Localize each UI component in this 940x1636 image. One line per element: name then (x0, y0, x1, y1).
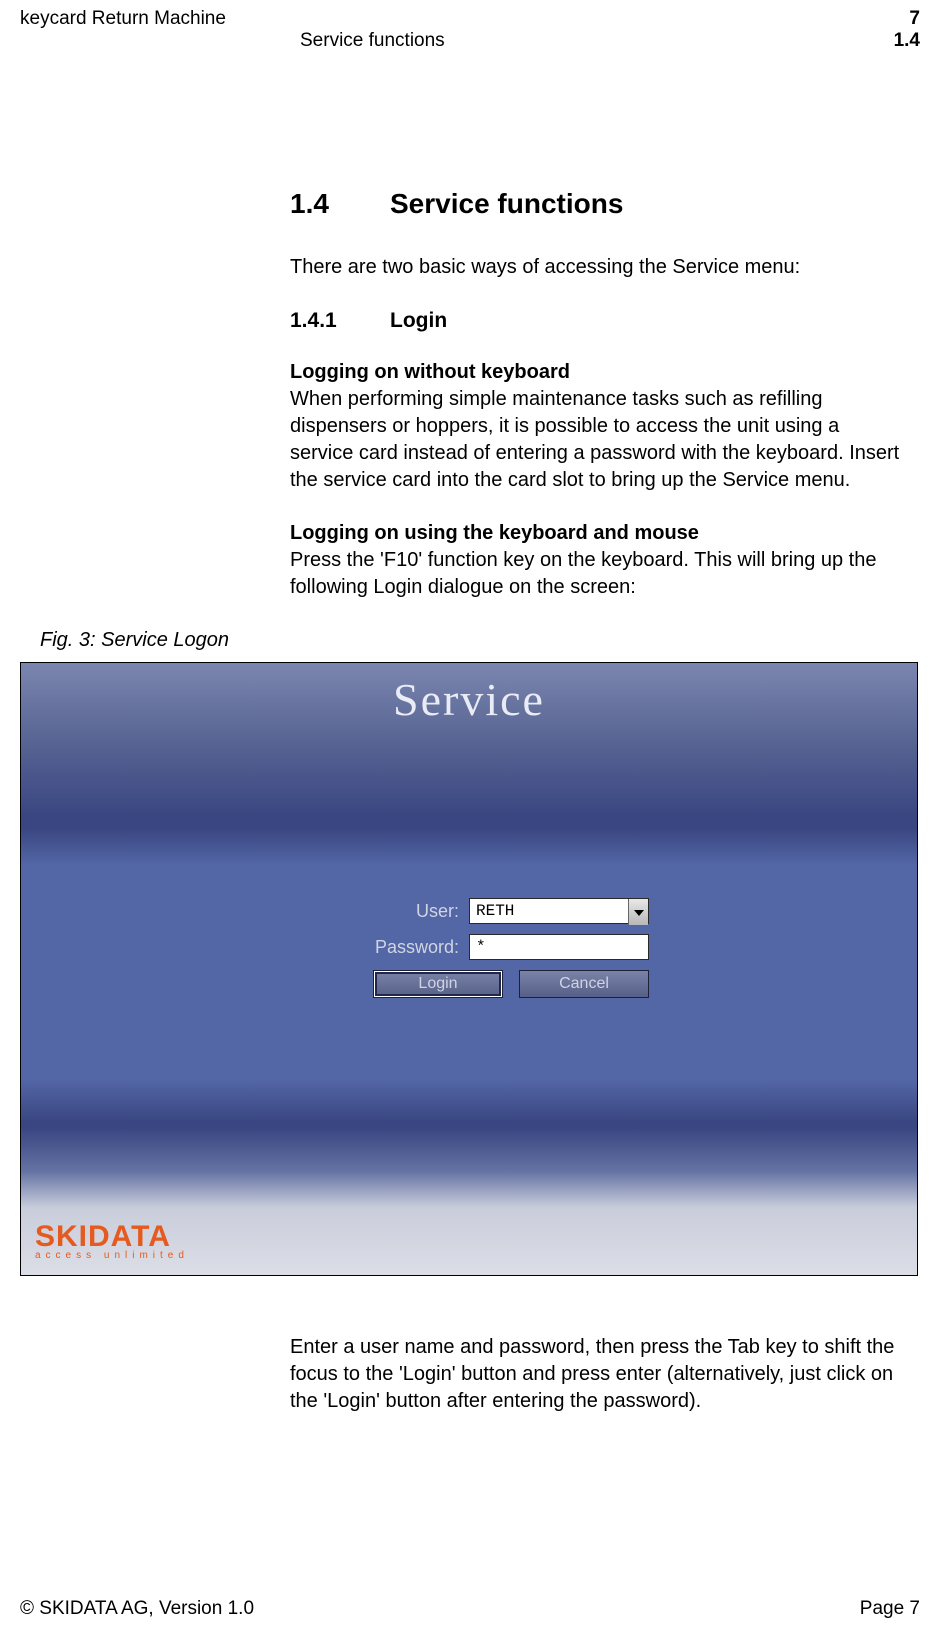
password-label: Password: (339, 937, 469, 958)
login-button[interactable]: Login (373, 970, 503, 998)
brand-logo: SKIDATA access unlimited (35, 1220, 189, 1261)
doc-title: keycard Return Machine (20, 8, 226, 30)
password-field[interactable]: * (469, 934, 649, 960)
footer-page-number: Page 7 (860, 1598, 920, 1620)
section-heading-number: 1.4 (290, 188, 390, 220)
page-header: keycard Return Machine 7 Service functio… (0, 0, 940, 58)
subsection-text: Login (390, 309, 447, 332)
user-label: User: (339, 901, 469, 922)
password-value: * (476, 938, 486, 956)
header-subtitle: Service functions (300, 30, 445, 52)
user-value: RETH (476, 902, 514, 920)
subsection-number: 1.4.1 (290, 309, 390, 333)
para1-body: When performing simple maintenance tasks… (290, 388, 899, 491)
paragraph-with-keyboard: Logging on using the keyboard and mouse … (290, 520, 900, 601)
service-window-title: Service (21, 673, 917, 726)
paragraph-no-keyboard: Logging on without keyboard When perform… (290, 359, 900, 494)
section-heading: 1.4Service functions (290, 188, 900, 220)
cancel-button-label: Cancel (559, 975, 609, 993)
cancel-button[interactable]: Cancel (519, 970, 649, 998)
chevron-down-icon (634, 903, 644, 921)
para2-title: Logging on using the keyboard and mouse (290, 522, 699, 544)
para2-body: Press the 'F10' function key on the keyb… (290, 549, 876, 598)
brand-tagline: access unlimited (35, 1250, 189, 1261)
para1-title: Logging on without keyboard (290, 361, 570, 383)
service-logon-screenshot: Service User: RETH Password: * Login (20, 662, 918, 1276)
dropdown-button[interactable] (628, 899, 648, 925)
after-figure-paragraph: Enter a user name and password, then pre… (290, 1334, 900, 1415)
login-form: User: RETH Password: * Login Cancel (289, 898, 649, 998)
chapter-number: 7 (909, 8, 920, 30)
login-button-label: Login (418, 975, 457, 993)
user-combobox[interactable]: RETH (469, 898, 649, 924)
subsection-heading: 1.4.1Login (290, 309, 900, 333)
brand-main-text: SKIDATA (35, 1220, 189, 1254)
figure-caption: Fig. 3: Service Logon (40, 629, 920, 652)
section-heading-text: Service functions (390, 188, 623, 219)
intro-paragraph: There are two basic ways of accessing th… (290, 254, 900, 281)
page-footer: © SKIDATA AG, Version 1.0 Page 7 (20, 1598, 920, 1620)
header-section-number: 1.4 (894, 30, 920, 52)
footer-copyright: © SKIDATA AG, Version 1.0 (20, 1598, 254, 1620)
